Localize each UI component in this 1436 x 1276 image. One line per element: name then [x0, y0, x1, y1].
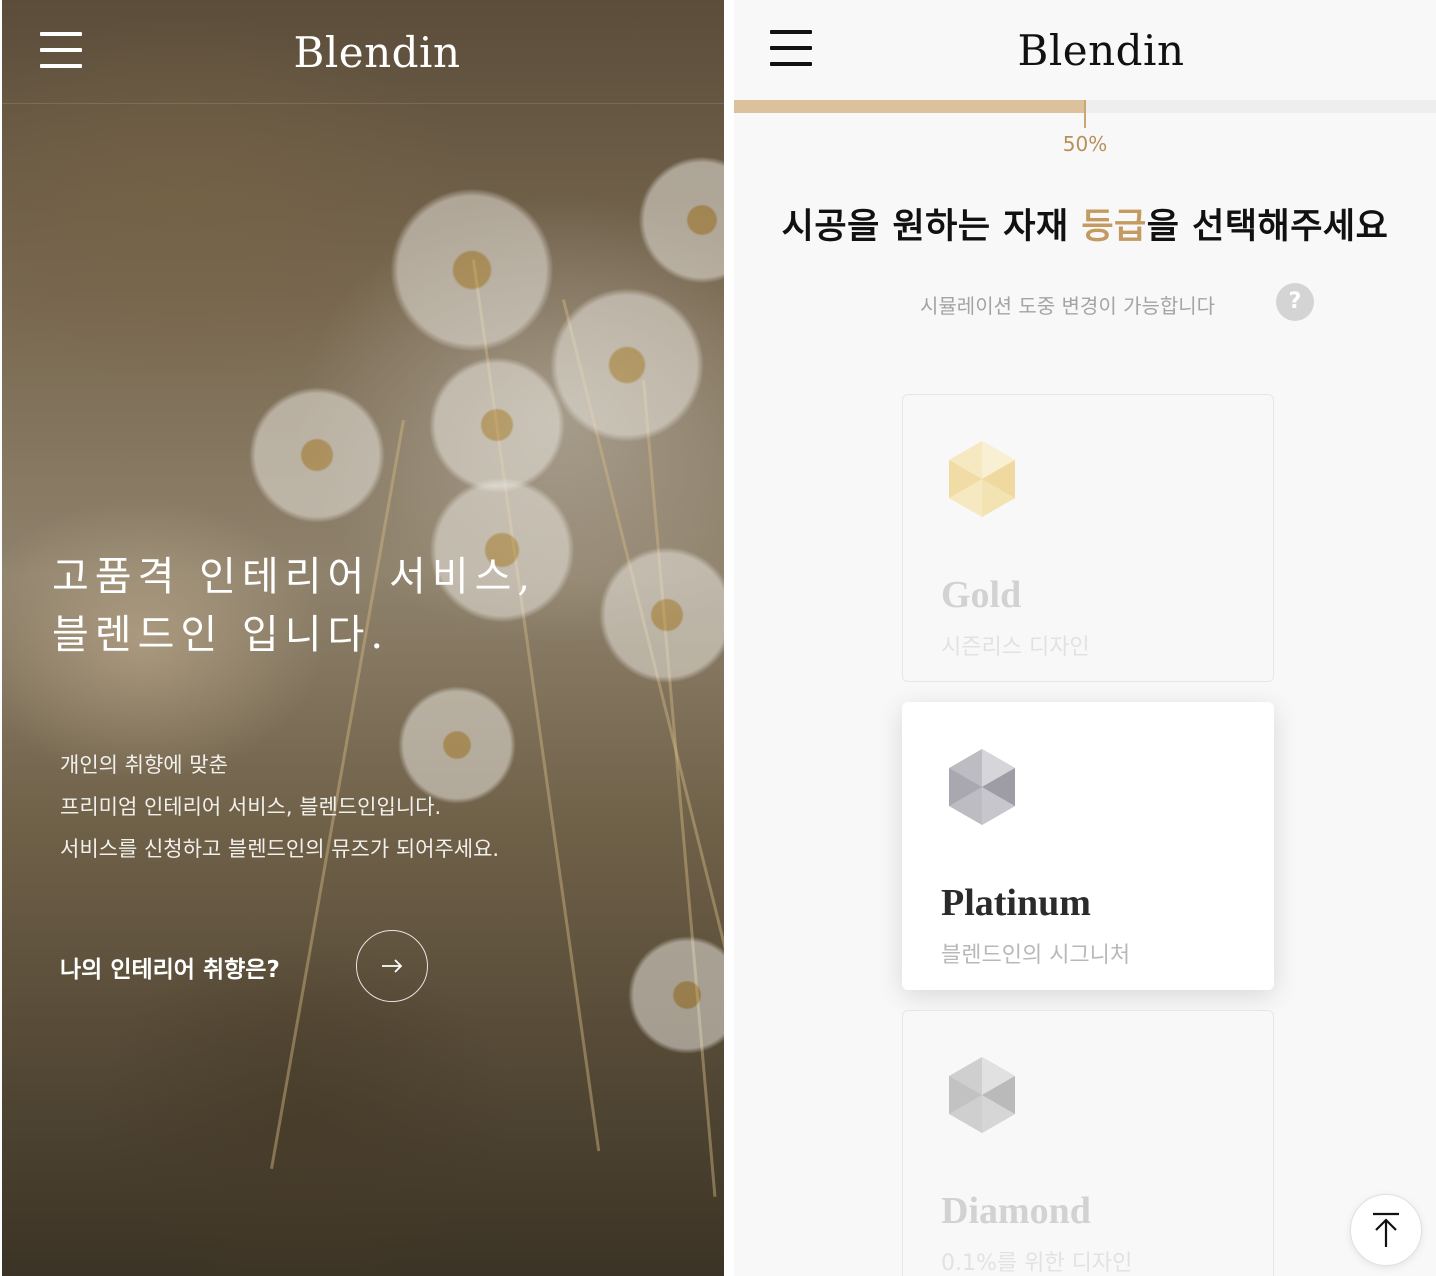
- grade-subtitle: 0.1%를 위한 디자인: [941, 1251, 1133, 1276]
- scroll-to-top-icon: [1373, 1212, 1399, 1247]
- arrow-right-icon[interactable]: [356, 930, 428, 1002]
- cta-label: 나의 인테리어 취향은?: [60, 957, 280, 983]
- header: Blendin: [2, 0, 724, 104]
- help-icon[interactable]: ?: [1276, 283, 1314, 321]
- description-line: 프리미엄 인테리어 서비스, 블렌드인입니다.: [60, 795, 442, 819]
- progress-marker: [1084, 100, 1086, 128]
- grade-card-platinum[interactable]: Platinum 블렌드인의 시그니처: [902, 702, 1274, 990]
- logo[interactable]: Blendin: [2, 28, 724, 77]
- question-accent: 등급: [1081, 207, 1147, 247]
- question-text: 을 선택해주세요: [1146, 207, 1389, 247]
- scroll-to-top-button[interactable]: [1350, 1194, 1422, 1266]
- gold-cube-icon: [949, 441, 1015, 517]
- description-line: 서비스를 신청하고 블렌드인의 뮤즈가 되어주세요.: [60, 837, 500, 861]
- progress-fill: [734, 100, 1085, 113]
- platinum-cube-icon: [949, 749, 1015, 825]
- diamond-cube-icon: [949, 1057, 1015, 1133]
- grade-subtitle: 시즌리스 디자인: [941, 635, 1090, 660]
- grade-card-diamond[interactable]: Diamond 0.1%를 위한 디자인: [902, 1010, 1274, 1276]
- question-title: 시공을 원하는 자재 등급을 선택해주세요: [734, 198, 1436, 249]
- grade-name: Diamond: [941, 1190, 1091, 1232]
- grade-card-gold[interactable]: Gold 시즌리스 디자인: [902, 394, 1274, 682]
- grade-name: Platinum: [941, 882, 1091, 924]
- question-text: 시공을 원하는 자재: [781, 207, 1082, 247]
- logo[interactable]: Blendin: [734, 26, 1436, 75]
- progress-label: 50%: [1062, 132, 1108, 156]
- hero-title-line: 블렌드인 입니다.: [52, 612, 390, 658]
- helper-text: 시뮬레이션 도중 변경이 가능합니다: [920, 294, 1216, 318]
- taste-cta-button[interactable]: 나의 인테리어 취향은?: [60, 930, 440, 1004]
- landing-screen: Blendin 고품격 인테리어 서비스, 블렌드인 입니다. 개인의 취향에 …: [2, 0, 724, 1276]
- grade-selection-screen: Blendin 50% 시공을 원하는 자재 등급을 선택해주세요 시뮬레이션 …: [734, 0, 1436, 1276]
- hero-description: 개인의 취향에 맞춘 프리미엄 인테리어 서비스, 블렌드인입니다. 서비스를 …: [60, 744, 499, 870]
- grade-name: Gold: [941, 574, 1022, 616]
- description-line: 개인의 취향에 맞춘: [60, 753, 228, 777]
- hero-title-line: 고품격 인테리어 서비스,: [52, 554, 537, 600]
- hero-title: 고품격 인테리어 서비스, 블렌드인 입니다.: [52, 548, 692, 664]
- grade-subtitle: 블렌드인의 시그니처: [941, 943, 1131, 968]
